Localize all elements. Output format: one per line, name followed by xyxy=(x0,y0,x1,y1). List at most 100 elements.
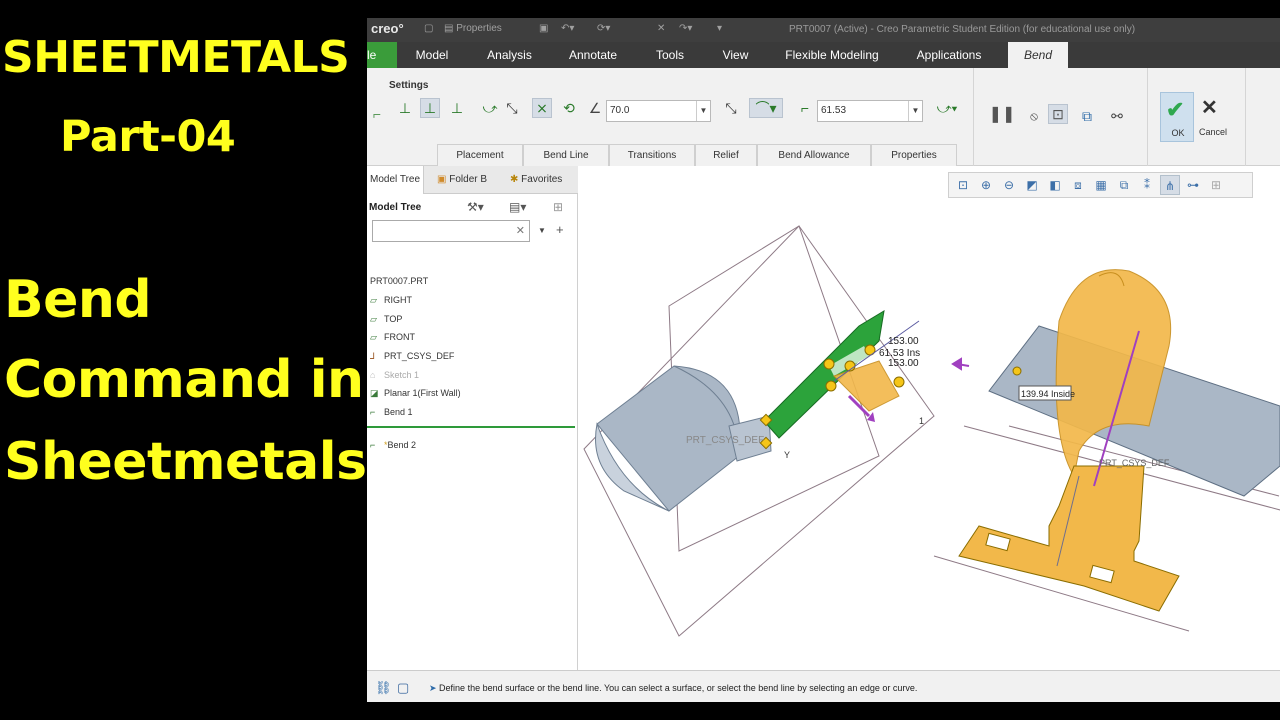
flip-angle-icon[interactable]: ⤡ xyxy=(721,98,741,118)
graphics-window[interactable]: ⊡ ⊕ ⊖ ◩ ◧ ⧈ ▦ ⧉ ⁑ ⋔ ⊶ ⊞ 153.00 61.53 Ins… xyxy=(579,166,1280,670)
tab-model-tree[interactable]: Model Tree xyxy=(367,166,425,194)
tree-item-bend1[interactable]: ⌐ Bend 1 xyxy=(370,407,413,417)
save-icon[interactable]: ▣ xyxy=(539,23,548,34)
radius-dropdown-icon[interactable]: ▼ xyxy=(908,101,922,121)
creo-window: creo° ▢ ▤ Properties ▣ ↶▾ ⟳▾ ✕ ↷▾ ▾ PRT0… xyxy=(367,18,1280,702)
detached-preview-icon[interactable]: ⧉ xyxy=(1077,106,1097,126)
tree-search-input[interactable]: ✕ xyxy=(372,220,530,242)
ok-button[interactable]: ✔ OK xyxy=(1160,92,1194,142)
tree-columns-icon[interactable]: ⊞ xyxy=(553,200,563,214)
favorites-label: Favorites xyxy=(521,174,563,185)
tab-transitions[interactable]: Transitions xyxy=(609,144,695,166)
cancel-icon[interactable]: ✕ xyxy=(1201,95,1218,120)
pause-icon[interactable]: ❚❚ xyxy=(989,104,1016,124)
tab-bend-allowance[interactable]: Bend Allowance xyxy=(757,144,871,166)
radius-side-icon[interactable]: ⤻▾ xyxy=(927,98,967,118)
ribbon-separator xyxy=(973,68,974,166)
title-sheetmetals: SHEETMETALS xyxy=(2,32,350,83)
tab-applications[interactable]: Applications xyxy=(907,42,991,68)
insert-indicator[interactable] xyxy=(367,426,575,428)
tree-item-label: PRT0007.PRT xyxy=(370,276,429,286)
folder-browser-label: Folder B xyxy=(449,174,488,185)
tree-filters-icon[interactable]: ▤▾ xyxy=(509,200,526,214)
bend-angle-icon[interactable]: ⨯ xyxy=(532,98,552,118)
tab-bend-line[interactable]: Bend Line xyxy=(523,144,609,166)
tab-bend[interactable]: Bend xyxy=(1008,42,1068,68)
csys-label-left: PRT_CSYS_DEF xyxy=(686,435,764,446)
regen-icon[interactable]: ⟳▾ xyxy=(597,23,610,34)
no-preview-icon[interactable]: ⦸ xyxy=(1024,106,1044,126)
tree-item-bend2[interactable]: ⌐ *Bend 2 xyxy=(370,440,416,450)
verify-glasses-icon[interactable]: ⚯ xyxy=(1107,106,1127,126)
tab-tools[interactable]: Tools xyxy=(647,42,693,68)
tree-item-label: PRT_CSYS_DEF xyxy=(384,351,455,361)
folder-icon: ▣ xyxy=(437,174,450,185)
tab-annotate[interactable]: Annotate xyxy=(562,42,624,68)
cancel-button[interactable]: Cancel xyxy=(1199,127,1227,137)
close-window-icon[interactable]: ✕ xyxy=(657,23,665,34)
ribbon-separator xyxy=(1147,68,1148,166)
clear-search-icon[interactable]: ✕ xyxy=(516,224,525,237)
tab-file[interactable]: le xyxy=(367,42,397,68)
status-bar: ⛓ ▢ ➤ Define the bend surface or the ben… xyxy=(367,670,1280,702)
bend-type-icon-1[interactable]: ⊥ xyxy=(395,98,415,118)
search-dropdown-icon[interactable]: ▼ xyxy=(538,226,546,235)
bend-direction-icon[interactable]: ⤻ xyxy=(480,98,500,118)
angle-value: 70.0 xyxy=(610,105,630,116)
tab-folder-browser[interactable]: ▣ Folder B xyxy=(437,174,487,185)
attached-preview-icon[interactable]: ⊡ xyxy=(1048,104,1068,124)
tree-item-sketch[interactable]: ⌂ Sketch 1 xyxy=(370,370,419,380)
tab-analysis[interactable]: Analysis xyxy=(477,42,542,68)
model-graphics: 153.00 61.53 Ins 153.00 PRT_CSYS_DEF Y 1 xyxy=(583,225,1280,637)
fullscreen-icon[interactable]: ▢ xyxy=(397,680,409,696)
angle-input[interactable]: 70.0 ▼ xyxy=(606,100,711,122)
status-message-wrap: ➤ Define the bend surface or the bend li… xyxy=(429,683,917,694)
bend-type-icon-3[interactable]: ⊥ xyxy=(447,98,467,118)
model-tree-header: Model Tree xyxy=(369,202,422,213)
tab-relief[interactable]: Relief xyxy=(695,144,757,166)
video-title-panel: SHEETMETALS Part-04 Bend Command in Shee… xyxy=(0,0,367,720)
properties-icon: ▤ xyxy=(444,23,457,34)
tree-item-right[interactable]: ▱ RIGHT xyxy=(370,295,412,306)
window-title: PRT0007 (Active) - Creo Parametric Stude… xyxy=(789,24,1136,35)
radius-type-icon[interactable]: ⌒▾ xyxy=(749,98,783,118)
tree-item-label: Planar 1(First Wall) xyxy=(384,388,461,398)
tree-item-label: FRONT xyxy=(384,332,415,342)
properties-label: Properties xyxy=(456,23,502,34)
graphics-link-icon[interactable]: ⛓ xyxy=(375,680,392,696)
tab-properties[interactable]: Properties xyxy=(871,144,957,166)
bend-icon: ⌐ xyxy=(370,407,376,417)
radius-input[interactable]: 61.53 ▼ xyxy=(817,100,923,122)
tree-item-part[interactable]: PRT0007.PRT xyxy=(370,276,428,286)
customize-qat-icon[interactable]: ▾ xyxy=(717,23,722,34)
tree-settings-icon[interactable]: ⚒▾ xyxy=(467,200,484,214)
datum-plane-icon: ▱ xyxy=(370,332,377,342)
bend-left-strip-icon[interactable]: ⌐ xyxy=(367,104,387,124)
flip-icon[interactable]: ⤡ xyxy=(502,98,522,118)
title-command: Command in xyxy=(4,350,364,410)
tree-item-label: Sketch 1 xyxy=(384,370,420,380)
ok-label: OK xyxy=(1171,128,1185,138)
roll-bend-icon[interactable]: ⟲ xyxy=(559,98,579,118)
redo-icon[interactable]: ↷▾ xyxy=(679,23,692,34)
tab-view[interactable]: View xyxy=(713,42,758,68)
favorites-icon: ✱ xyxy=(510,174,522,185)
angle-dropdown-icon[interactable]: ▼ xyxy=(696,101,710,121)
new-icon[interactable]: ▢ xyxy=(424,23,433,34)
tree-item-top[interactable]: ▱ TOP xyxy=(370,314,402,325)
tree-item-front[interactable]: ▱ FRONT xyxy=(370,332,415,343)
navigator-tabs: Model Tree ▣ Folder B ✱ Favorites xyxy=(367,166,578,194)
bend-icon: ⌐ xyxy=(370,440,376,450)
tab-placement[interactable]: Placement xyxy=(437,144,523,166)
properties-button[interactable]: ▤ Properties xyxy=(444,23,502,34)
tab-flexible-modeling[interactable]: Flexible Modeling xyxy=(779,42,885,68)
tree-item-planar[interactable]: ◪ Planar 1(First Wall) xyxy=(370,388,461,399)
undo-icon[interactable]: ↶▾ xyxy=(561,23,574,34)
tab-favorites[interactable]: ✱ Favorites xyxy=(510,174,562,185)
datum-plane-icon: ▱ xyxy=(370,295,377,305)
tab-model[interactable]: Model xyxy=(407,42,457,68)
tree-item-csys[interactable]: ⅃ PRT_CSYS_DEF xyxy=(370,351,454,362)
bend-type-icon-2[interactable]: ⊥ xyxy=(420,98,440,118)
add-icon[interactable]: + xyxy=(556,222,564,237)
planar-wall-icon: ◪ xyxy=(370,388,379,398)
